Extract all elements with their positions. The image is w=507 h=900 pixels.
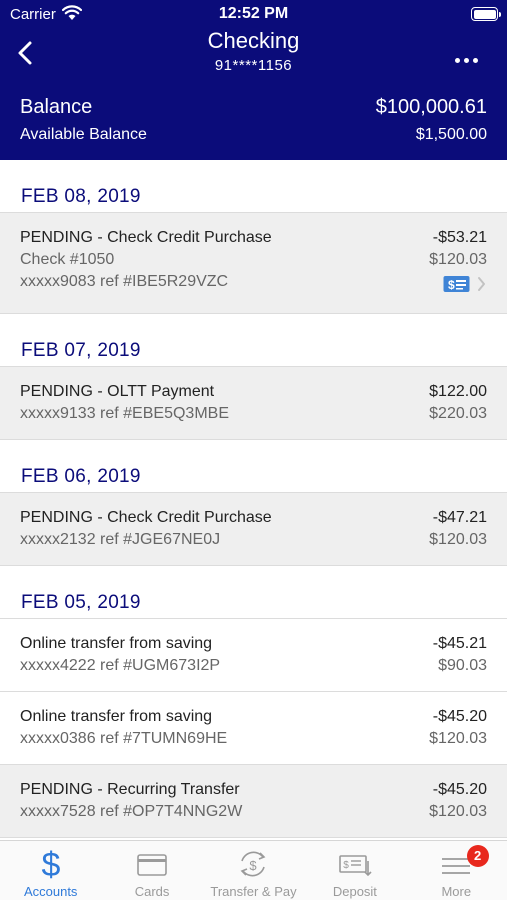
svg-text:$: $ [448, 278, 455, 292]
transaction-reference: xxxxx0386 ref #7TUMN69HE [20, 730, 228, 747]
card-icon [137, 854, 167, 876]
transaction-row[interactable]: Online transfer from saving -$45.21 xxxx… [0, 619, 507, 692]
transaction-amount: -$45.20 [432, 708, 487, 725]
running-balance: $120.03 [429, 803, 487, 820]
date-header: FEB 07, 2019 [0, 314, 507, 367]
transaction-reference: xxxxx9083 ref #IBE5R29VZC [20, 273, 229, 290]
transaction-description: PENDING - Recurring Transfer [20, 781, 240, 798]
nav-bar: Checking 91****1156 [0, 28, 507, 84]
check-image-icon[interactable]: $ [443, 275, 487, 293]
svg-text:$: $ [250, 858, 258, 873]
more-options-button[interactable] [449, 40, 483, 64]
battery-icon [471, 7, 501, 21]
dollar-icon: $ [41, 847, 60, 881]
transaction-description: Online transfer from saving [20, 708, 213, 725]
transfer-icon: $ [241, 851, 266, 877]
running-balance: $120.03 [429, 251, 487, 268]
running-balance: $90.03 [438, 657, 487, 674]
transaction-reference: xxxxx2132 ref #JGE67NE0J [20, 531, 221, 548]
ellipsis-icon [449, 50, 483, 68]
svg-text:$: $ [343, 860, 349, 871]
transaction-description: PENDING - Check Credit Purchase [20, 509, 272, 526]
page-title: Checking [207, 28, 300, 53]
balance-label: Balance [20, 96, 93, 118]
transaction-row[interactable]: PENDING - Recurring Transfer -$45.20 xxx… [0, 765, 507, 838]
transaction-description: PENDING - OLTT Payment [20, 383, 215, 400]
transaction-amount: -$53.21 [432, 229, 487, 246]
tab-label: More [441, 884, 472, 899]
transaction-reference: xxxxx7528 ref #OP7T4NNG2W [20, 803, 243, 820]
deposit-check-icon: $ [339, 855, 372, 877]
tab-more[interactable]: 2 More [406, 841, 507, 900]
transaction-row[interactable]: PENDING - OLTT Payment $122.00 xxxxx9133… [0, 367, 507, 440]
svg-text:$: $ [41, 847, 60, 881]
balance-value: $100,000.61 [375, 96, 487, 118]
transaction-row[interactable]: PENDING - Check Credit Purchase -$53.21 … [0, 213, 507, 314]
transaction-amount: $122.00 [429, 383, 487, 400]
transaction-reference: xxxxx4222 ref #UGM673I2P [20, 657, 221, 674]
tab-cards[interactable]: Cards [101, 841, 202, 900]
balance-panel: Balance $100,000.61 Available Balance $1… [0, 84, 507, 160]
running-balance: $120.03 [429, 730, 487, 747]
check-number: Check #1050 [20, 251, 115, 268]
status-bar: Carrier 12:52 PM [0, 0, 507, 28]
transaction-amount: -$45.21 [432, 635, 487, 652]
transaction-description: Online transfer from saving [20, 635, 213, 652]
tab-accounts[interactable]: $ Accounts [0, 841, 101, 900]
status-time: 12:52 PM [218, 5, 289, 22]
running-balance: $120.03 [429, 531, 487, 548]
tab-deposit[interactable]: $ Deposit [304, 841, 405, 900]
tab-label: Transfer & Pay [210, 884, 297, 899]
available-balance-value: $1,500.00 [415, 126, 487, 143]
transaction-description: PENDING - Check Credit Purchase [20, 229, 272, 246]
transaction-row[interactable]: Online transfer from saving -$45.20 xxxx… [0, 692, 507, 765]
notification-badge: 2 [466, 845, 489, 867]
available-balance-label: Available Balance [20, 126, 147, 143]
transaction-amount: -$45.20 [432, 781, 487, 798]
transaction-list[interactable]: FEB 08, 2019 PENDING - Check Credit Purc… [0, 160, 507, 840]
date-header: FEB 05, 2019 [0, 566, 507, 619]
tab-label: Deposit [332, 884, 377, 899]
transaction-reference: xxxxx9133 ref #EBE5Q3MBE [20, 405, 229, 422]
transaction-row[interactable]: PENDING - Check Credit Purchase -$47.21 … [0, 493, 507, 566]
tab-bar: $ Accounts Cards $ Transfer & Pay $ Depo… [0, 840, 507, 900]
tab-label: Cards [134, 884, 170, 899]
transaction-amount: -$47.21 [432, 509, 487, 526]
date-header: FEB 06, 2019 [0, 440, 507, 493]
account-number: 91****1156 [214, 57, 293, 74]
tab-transfer-pay[interactable]: $ Transfer & Pay [203, 841, 304, 900]
date-header: FEB 08, 2019 [0, 160, 507, 213]
tab-label: Accounts [23, 884, 78, 899]
running-balance: $220.03 [429, 405, 487, 422]
